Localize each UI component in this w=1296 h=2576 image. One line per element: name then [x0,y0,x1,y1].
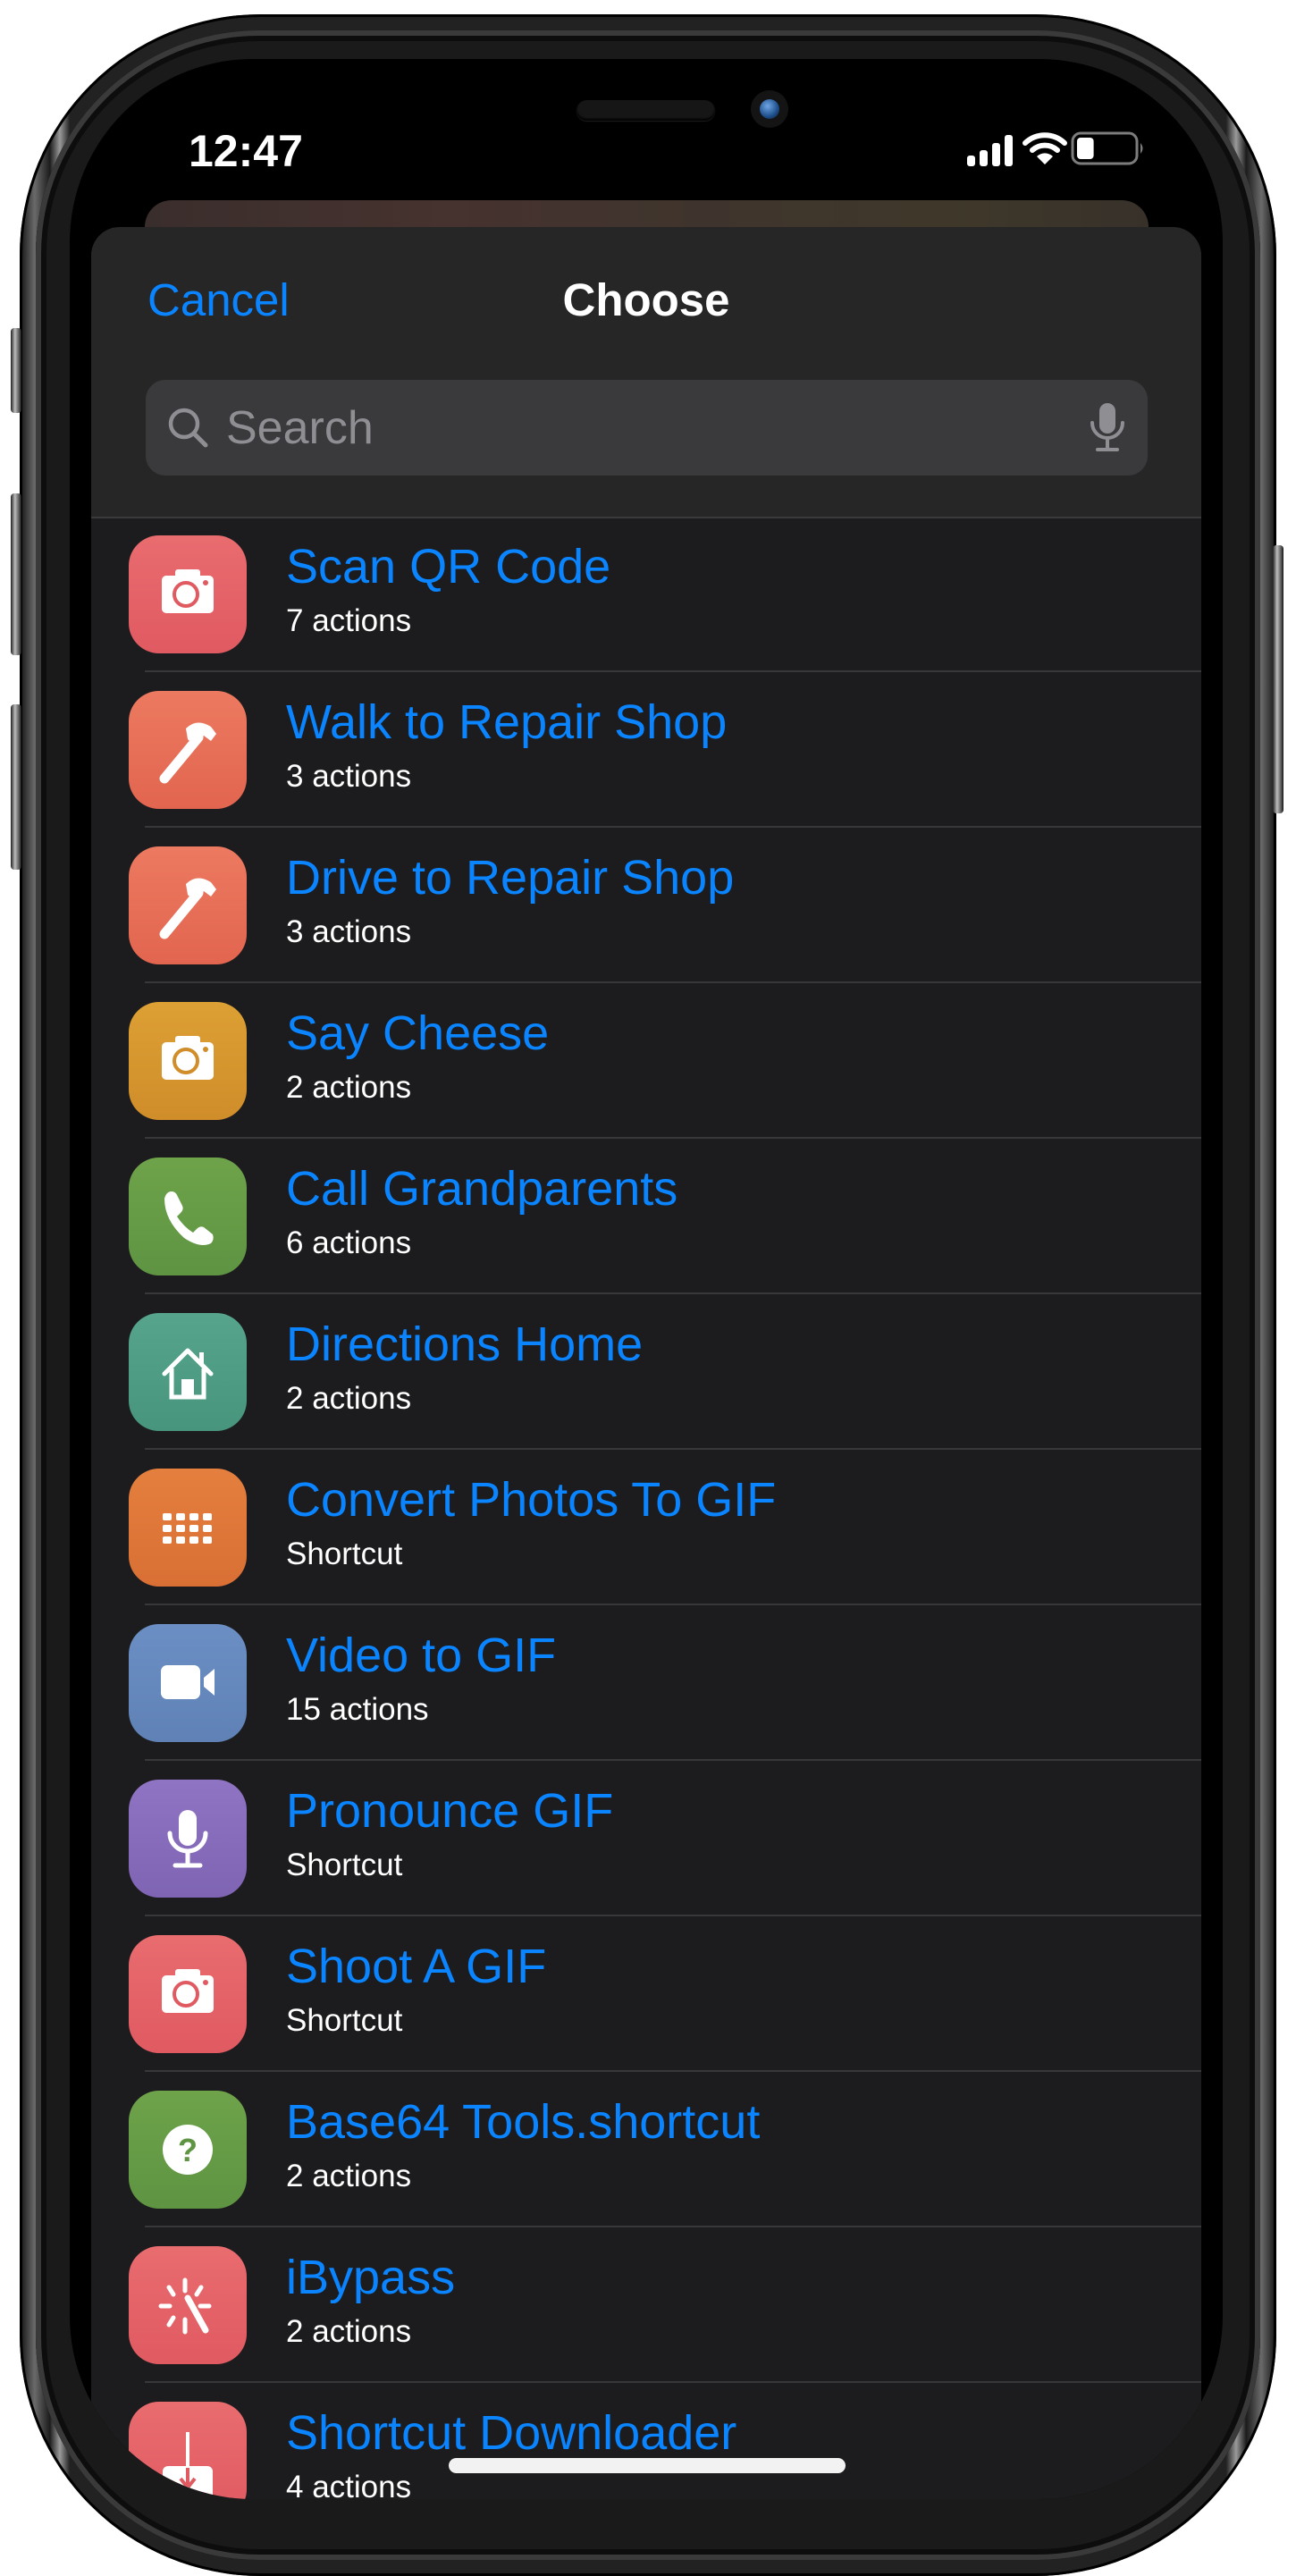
shortcut-subtitle: 3 actions [286,759,412,794]
shortcut-name: Directions Home [286,1317,644,1371]
shortcut-icon-tile [129,2402,247,2499]
phone-icon [129,1158,247,1275]
shortcut-subtitle: Shortcut [286,1536,403,1571]
shortcut-row[interactable]: Shoot A GIF Shortcut [91,1916,1201,2072]
mute-switch [11,328,21,413]
shortcut-icon-tile [129,2246,247,2364]
shortcut-icon-tile [129,846,247,964]
search-icon [168,408,208,448]
hammer-icon [129,846,247,964]
shortcut-row[interactable]: Shortcut Downloader 4 actions [91,2383,1201,2499]
volume-up-button [11,493,21,655]
microphone-icon[interactable] [1088,401,1127,455]
shortcut-icon-tile [129,1935,247,2053]
camera-icon [129,1002,247,1120]
camera-icon [129,535,247,653]
grid-icon [129,1469,247,1587]
shortcut-icon-tile [129,1624,247,1742]
shortcut-icon-tile [129,1313,247,1431]
shortcut-icon-tile [129,1158,247,1275]
magic-wand-icon [129,2246,247,2364]
sheet-header: Cancel Choose Search [91,227,1201,518]
status-time: 12:47 [189,126,303,176]
battery-icon [1071,131,1143,165]
volume-down-button [11,704,21,870]
shortcut-name: iBypass [286,2251,456,2304]
shortcut-icon-tile [129,691,247,809]
shortcut-subtitle: 4 actions [286,2470,412,2499]
search-placeholder: Search [226,402,374,454]
shortcut-row[interactable]: Pronounce GIF Shortcut [91,1761,1201,1916]
earpiece-speaker [576,100,715,121]
shortcut-name: Video to GIF [286,1629,557,1682]
shortcut-row[interactable]: Scan QR Code 7 actions [91,517,1201,672]
shortcut-name: Say Cheese [286,1006,550,1060]
shortcut-subtitle: 7 actions [286,603,412,638]
shortcut-row[interactable]: Say Cheese 2 actions [91,983,1201,1139]
shortcut-subtitle: 6 actions [286,1225,412,1260]
choose-sheet: Cancel Choose Search Scan QR Code 7 acti… [91,227,1201,2499]
shortcut-name: Shortcut Downloader [286,2406,737,2460]
download-icon [129,2402,247,2499]
video-camera-icon [129,1624,247,1742]
shortcut-name: Pronounce GIF [286,1784,614,1838]
front-camera [751,90,788,128]
screen: 12:47 Cancel Choose Search Scan QR Code … [70,59,1223,2499]
question-icon: ? [129,2091,247,2209]
shortcut-name: Walk to Repair Shop [286,695,728,749]
power-button [1273,545,1283,813]
shortcut-row[interactable]: Directions Home 2 actions [91,1294,1201,1450]
hammer-icon [129,691,247,809]
shortcut-name: Scan QR Code [286,540,611,593]
shortcut-icon-tile: ? [129,2091,247,2209]
svg-text:?: ? [178,2132,198,2168]
shortcut-name: Drive to Repair Shop [286,851,735,905]
shortcut-icon-tile [129,1780,247,1898]
shortcut-subtitle: 2 actions [286,1381,412,1416]
shortcut-subtitle: 3 actions [286,914,412,949]
shortcut-subtitle: 15 actions [286,1692,429,1727]
cellular-signal-icon [967,135,1013,166]
shortcut-subtitle: 2 actions [286,1070,412,1105]
shortcut-row[interactable]: Call Grandparents 6 actions [91,1139,1201,1294]
house-icon [129,1313,247,1431]
shortcut-subtitle: Shortcut [286,1848,403,1882]
shortcut-name: Call Grandparents [286,1162,678,1216]
shortcut-row[interactable]: Walk to Repair Shop 3 actions [91,672,1201,828]
shortcut-row[interactable]: Convert Photos To GIF Shortcut [91,1450,1201,1605]
shortcut-name: Convert Photos To GIF [286,1473,777,1527]
shortcut-subtitle: Shortcut [286,2003,403,2038]
shortcut-name: Base64 Tools.shortcut [286,2095,761,2149]
camera-icon [129,1935,247,2053]
shortcut-subtitle: 2 actions [286,2159,412,2193]
wifi-icon [1022,132,1067,164]
search-input[interactable]: Search [146,380,1148,476]
shortcut-row[interactable]: iBypass 2 actions [91,2227,1201,2383]
shortcut-icon-tile [129,1002,247,1120]
shortcut-list: Scan QR Code 7 actions Walk to Repair Sh… [91,517,1201,2499]
sheet-title: Choose [562,274,730,325]
microphone-icon [129,1780,247,1898]
shortcut-row[interactable]: Video to GIF 15 actions [91,1605,1201,1761]
shortcut-subtitle: 2 actions [286,2314,412,2349]
home-indicator[interactable] [449,2458,846,2473]
shortcut-name: Shoot A GIF [286,1940,547,1993]
shortcut-row[interactable]: Drive to Repair Shop 3 actions [91,828,1201,983]
shortcut-icon-tile [129,535,247,653]
shortcut-row[interactable]: ? Base64 Tools.shortcut 2 actions [91,2072,1201,2227]
shortcut-icon-tile [129,1469,247,1587]
